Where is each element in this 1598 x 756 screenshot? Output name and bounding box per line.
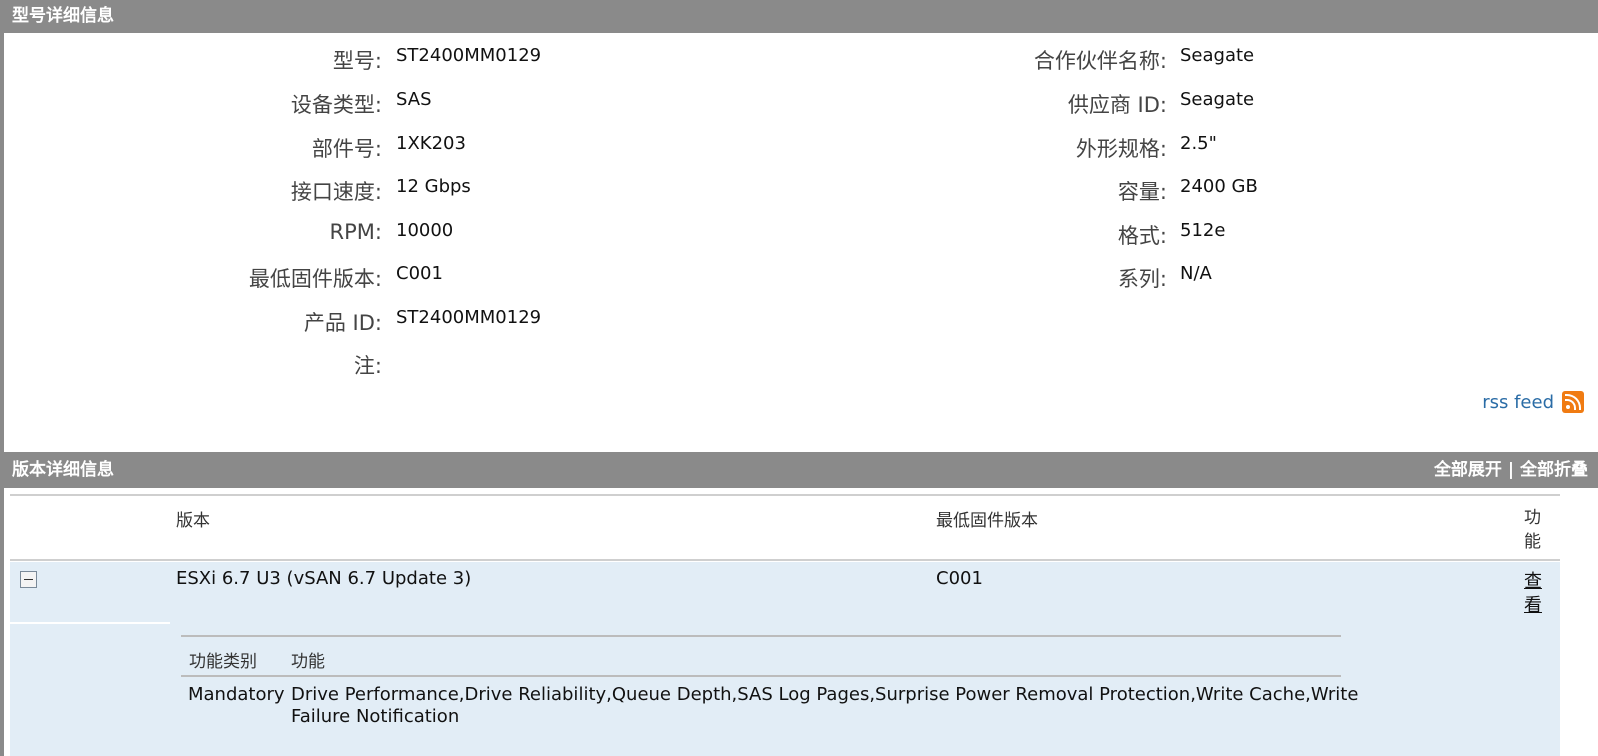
label-series: 系列: xyxy=(1117,267,1167,291)
release-min-firmware: C001 xyxy=(936,568,983,589)
value-model: ST2400MM0129 xyxy=(396,45,542,66)
value-product-id: ST2400MM0129 xyxy=(396,307,542,328)
label-min-firmware: 最低固件版本: xyxy=(248,267,382,291)
column-header-min-firmware: 最低固件版本 xyxy=(936,511,1038,531)
feature-list-line2: Failure Notification xyxy=(291,706,460,727)
value-format: 512e xyxy=(1180,220,1226,241)
feature-category: Mandatory xyxy=(188,684,285,705)
label-part-number: 部件号: xyxy=(311,137,382,161)
value-vendor-id: Seagate xyxy=(1180,89,1255,110)
expand-all-link[interactable]: 全部展开 xyxy=(1434,460,1502,480)
subtable-top-divider xyxy=(181,635,1341,637)
label-vendor-id: 供应商 ID: xyxy=(1067,93,1167,117)
label-model: 型号: xyxy=(332,49,382,73)
subtable-header-divider xyxy=(181,675,1341,677)
value-device-type: SAS xyxy=(396,89,432,110)
value-rpm: 10000 xyxy=(396,220,454,241)
table-top-divider xyxy=(10,494,1560,496)
collapse-row-icon[interactable] xyxy=(20,571,37,588)
column-header-features: 功能 xyxy=(1524,508,1541,552)
label-device-type: 设备类型: xyxy=(290,93,382,117)
rss-feed-link[interactable]: rss feed xyxy=(1482,392,1554,413)
subtable-header-features: 功能 xyxy=(291,652,325,672)
row-cell-divider xyxy=(10,622,170,624)
label-partner-name: 合作伙伴名称: xyxy=(1033,49,1167,73)
label-capacity: 容量: xyxy=(1117,180,1167,204)
label-notes: 注: xyxy=(353,354,382,378)
value-capacity: 2400 GB xyxy=(1180,176,1258,197)
model-details-title: 型号详细信息 xyxy=(12,6,114,26)
separator: | xyxy=(1507,460,1515,480)
expand-collapse-controls: 全部展开 | 全部折叠 xyxy=(1434,452,1588,488)
value-form-factor: 2.5" xyxy=(1180,133,1217,154)
label-format: 格式: xyxy=(1117,224,1167,248)
label-interface-speed: 接口速度: xyxy=(290,180,382,204)
release-details-title: 版本详细信息 xyxy=(12,460,114,480)
model-details-header: 型号详细信息 xyxy=(4,0,1598,33)
rss-icon[interactable] xyxy=(1562,391,1584,413)
subtable-header-category: 功能类别 xyxy=(189,652,257,672)
label-product-id: 产品 ID: xyxy=(303,311,382,335)
column-header-release: 版本 xyxy=(176,511,210,531)
feature-list-line1: Drive Performance,Drive Reliability,Queu… xyxy=(291,684,1359,705)
label-form-factor: 外形规格: xyxy=(1075,137,1167,161)
value-interface-speed: 12 Gbps xyxy=(396,176,471,197)
release-name: ESXi 6.7 U3 (vSAN 6.7 Update 3) xyxy=(176,568,472,589)
header-divider xyxy=(10,559,1560,561)
view-link[interactable]: 查看 xyxy=(1524,570,1546,618)
label-rpm: RPM: xyxy=(329,220,382,244)
value-partner-name: Seagate xyxy=(1180,45,1255,66)
release-details-header: 版本详细信息 全部展开 | 全部折叠 xyxy=(4,452,1598,488)
collapse-all-link[interactable]: 全部折叠 xyxy=(1520,460,1588,480)
value-min-firmware: C001 xyxy=(396,263,443,284)
value-part-number: 1XK203 xyxy=(396,133,466,154)
value-series: N/A xyxy=(1180,263,1212,284)
